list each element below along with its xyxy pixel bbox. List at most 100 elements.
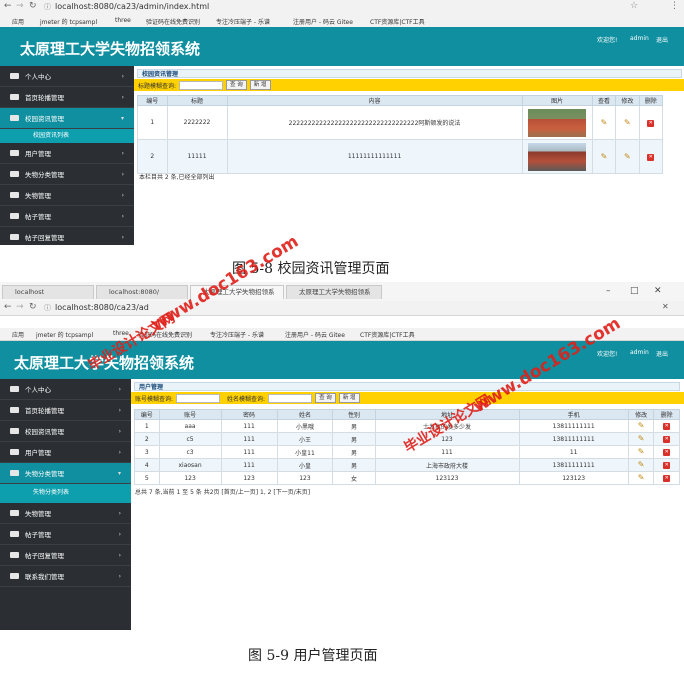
delete-icon[interactable]: ✕ xyxy=(663,462,671,469)
sidebar-item-users[interactable]: 用户管理 › xyxy=(0,442,131,463)
bookmark-captcha[interactable]: 验证码在线免费识别 xyxy=(146,17,200,26)
edit-icon[interactable]: ✎ xyxy=(638,448,645,456)
sidebar-1: 个人中心 › 首页轮播管理 › 校园资讯管理 ▾ 校园资讯列表 用户管理 › 失物分类管… xyxy=(0,66,134,245)
sidebar-item-personal[interactable]: 个人中心 › xyxy=(0,379,131,400)
maximize-icon[interactable]: □ xyxy=(630,286,639,296)
menu-item-icon xyxy=(10,171,19,177)
reload-icon[interactable]: ↻ xyxy=(29,302,37,312)
star-icon[interactable]: ☆ xyxy=(630,1,638,11)
account-search-input[interactable] xyxy=(176,393,221,403)
name-search-input[interactable] xyxy=(268,393,313,403)
minimize-icon[interactable]: – xyxy=(606,286,611,296)
browser-tab[interactable]: 太原理工大学失物招领系 xyxy=(286,285,382,299)
chevron-down-icon: ▾ xyxy=(120,114,124,122)
pagination[interactable]: 总共 7 条,当前 1 至 5 条 共2页 [首页/上一页] 1, 2 [下一页… xyxy=(135,487,310,496)
add-button[interactable]: 新 增 xyxy=(249,80,271,90)
sidebar-item-carousel[interactable]: 首页轮播管理 › xyxy=(0,400,131,421)
edit-icon[interactable]: ✎ xyxy=(624,118,631,127)
edit-icon[interactable]: ✎ xyxy=(638,461,645,469)
sidebar-item-users[interactable]: 用户管理 › xyxy=(0,143,134,164)
close-icon[interactable]: ✕ xyxy=(654,286,662,296)
edit-icon[interactable]: ✎ xyxy=(638,422,645,430)
bookmark-ctf[interactable]: CTF资源库|CTF工具 xyxy=(370,17,425,26)
logout-link[interactable]: 退出 xyxy=(656,349,668,358)
chevron-right-icon: › xyxy=(121,233,124,241)
bookmark-apps[interactable]: 应用 xyxy=(12,330,24,339)
delete-icon[interactable]: ✕ xyxy=(647,119,655,127)
title-search-input[interactable] xyxy=(179,80,224,90)
add-button[interactable]: 新 增 xyxy=(338,393,360,403)
search-button[interactable]: 查 询 xyxy=(315,393,336,403)
column-header: 内容 xyxy=(226,95,523,106)
search-bar: 标题模糊查询: 查 询 新 增 xyxy=(134,79,684,91)
address-bar[interactable]: localhost:8080/ca23/ad xyxy=(55,303,149,312)
content-area-2: 用户管理 账号模糊查询: 姓名模糊查询: 查 询 新 增 编号 账号 密码 姓名… xyxy=(131,379,684,630)
address-bar[interactable]: localhost:8080/ca23/admin/index.html xyxy=(55,2,209,11)
news-photo xyxy=(528,108,587,137)
forward-icon[interactable]: → xyxy=(16,1,24,11)
bookmark-jmeter[interactable]: jmeter 的 tcpsampl xyxy=(40,17,97,26)
menu-icon[interactable]: ⋮ xyxy=(670,1,679,11)
forward-icon[interactable]: → xyxy=(16,302,24,312)
sidebar-item-contact[interactable]: 联系我们管理 › xyxy=(0,566,131,587)
edit-icon[interactable]: ✎ xyxy=(638,474,645,482)
menu-item-icon xyxy=(10,573,19,579)
view-icon[interactable]: ✎ xyxy=(601,152,608,161)
bookmark-gitee[interactable]: 注册用户 - 码云 Gitee xyxy=(293,17,353,26)
delete-icon[interactable]: ✕ xyxy=(663,449,671,456)
view-icon[interactable]: ✎ xyxy=(601,118,608,127)
chevron-right-icon: › xyxy=(118,572,121,580)
sidebar-item-replies[interactable]: 帖子回复管理 › xyxy=(0,227,134,245)
edit-icon[interactable]: ✎ xyxy=(638,435,645,443)
chevron-right-icon: › xyxy=(121,72,124,80)
menu-item-icon xyxy=(10,428,19,434)
column-header: 手机 xyxy=(518,409,629,420)
sidebar-item-carousel[interactable]: 首页轮播管理 › xyxy=(0,87,134,108)
sidebar-item-posts[interactable]: 帖子管理 › xyxy=(0,524,131,545)
user-link[interactable]: admin xyxy=(630,349,649,356)
close-icon[interactable]: ✕ xyxy=(662,302,669,311)
delete-icon[interactable]: ✕ xyxy=(647,153,655,161)
reload-icon[interactable]: ↻ xyxy=(29,1,37,11)
bookmark-ctf[interactable]: CTF资源库|CTF工具 xyxy=(360,330,415,339)
table-row: 2 11111 11111111111111 ✎ ✎ ✕ xyxy=(137,139,664,174)
chevron-right-icon: › xyxy=(118,427,121,435)
sidebar-item-replies[interactable]: 帖子回复管理 › xyxy=(0,545,131,566)
bookmark-terminal[interactable]: 专注冷压端子 - 乐谱 xyxy=(216,17,270,26)
user-link[interactable]: admin xyxy=(630,35,649,42)
sidebar-item-personal[interactable]: 个人中心 › xyxy=(0,66,134,87)
sidebar-subitem-lost-category-list[interactable]: 失物分类列表 xyxy=(0,484,131,503)
chevron-right-icon: › xyxy=(121,191,124,199)
back-icon[interactable]: ← xyxy=(4,302,12,312)
logout-link[interactable]: 退出 xyxy=(656,35,668,44)
browser-tab[interactable]: localhost xyxy=(2,285,94,299)
delete-icon[interactable]: ✕ xyxy=(663,423,671,430)
sidebar-item-lost[interactable]: 失物管理 › xyxy=(0,185,134,206)
chevron-down-icon: ▾ xyxy=(117,469,121,477)
bookmark-three[interactable]: three xyxy=(115,17,131,24)
delete-icon[interactable]: ✕ xyxy=(663,436,671,443)
bookmark-gitee[interactable]: 注册用户 - 码云 Gitee xyxy=(285,330,345,339)
sidebar-item-lost[interactable]: 失物管理 › xyxy=(0,503,131,524)
sidebar-item-news[interactable]: 校园资讯管理 › xyxy=(0,421,131,442)
chevron-right-icon: › xyxy=(118,406,121,414)
sidebar-item-lost-category[interactable]: 失物分类管理 › xyxy=(0,164,134,185)
sidebar-item-lost-category[interactable]: 失物分类管理 ▾ xyxy=(0,463,131,484)
sidebar-subitem-news-list[interactable]: 校园资讯列表 xyxy=(0,129,134,143)
sidebar-item-posts[interactable]: 帖子管理 › xyxy=(0,206,134,227)
sidebar-item-news[interactable]: 校园资讯管理 ▾ xyxy=(0,108,134,129)
bookmark-terminal[interactable]: 专注冷压端子 - 乐谱 xyxy=(210,330,264,339)
bookmark-apps[interactable]: 应用 xyxy=(12,17,24,26)
edit-icon[interactable]: ✎ xyxy=(624,152,631,161)
search-label: 标题模糊查询: xyxy=(138,82,177,90)
chevron-right-icon: › xyxy=(118,448,121,456)
back-icon[interactable]: ← xyxy=(4,1,12,11)
bookmark-jmeter[interactable]: jmeter 的 tcpsampl xyxy=(36,330,93,339)
search-button[interactable]: 查 询 xyxy=(226,80,247,90)
browser-tabstrip-2: localhost localhost:8080/ 太原理工大学失物招领系 太原… xyxy=(0,282,684,301)
search-bar: 账号模糊查询: 姓名模糊查询: 查 询 新 增 xyxy=(131,392,684,404)
browser-tab[interactable]: localhost:8080/ xyxy=(96,285,188,299)
chevron-right-icon: › xyxy=(118,530,121,538)
delete-icon[interactable]: ✕ xyxy=(663,475,671,482)
panel-title: 校园资讯管理 xyxy=(137,69,682,78)
